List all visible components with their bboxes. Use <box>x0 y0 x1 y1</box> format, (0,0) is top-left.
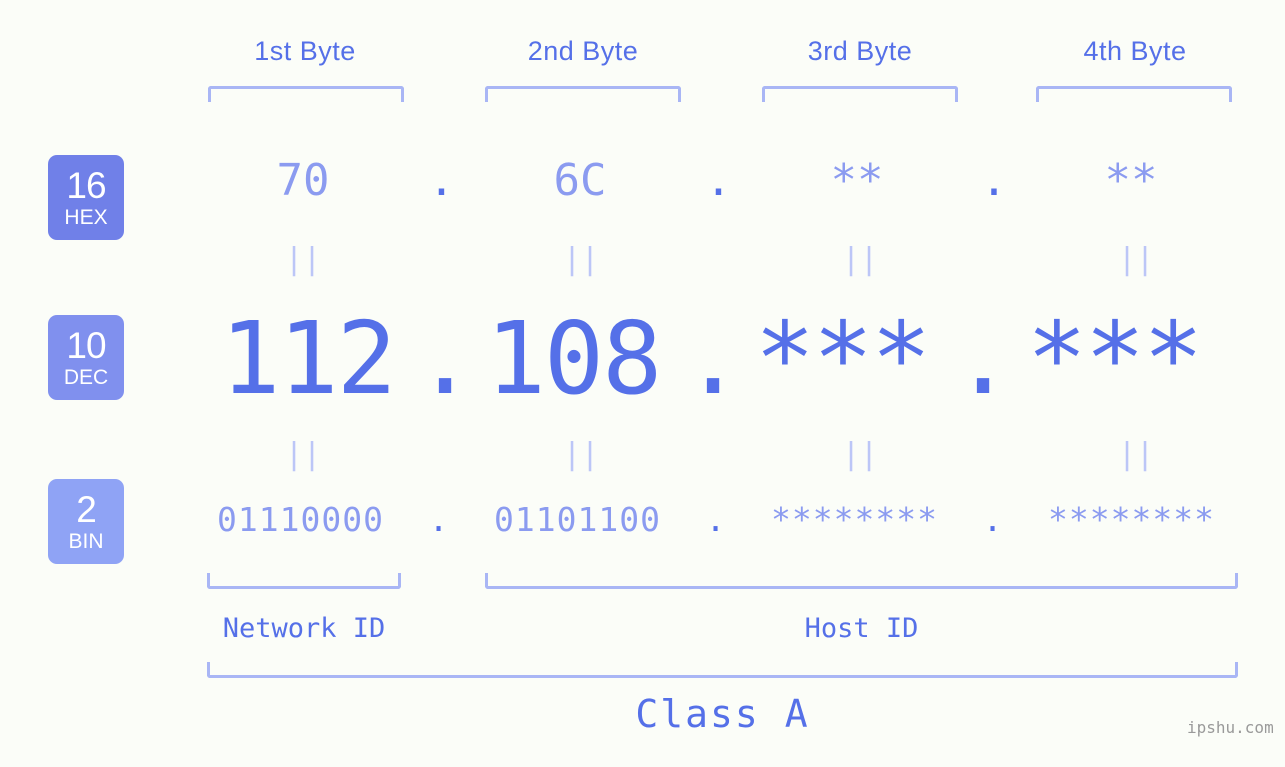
base-badge-hex-number: 16 <box>66 165 106 206</box>
bin-octet-2: 01101100 <box>494 500 661 539</box>
ip-breakdown-diagram: 1st Byte 2nd Byte 3rd Byte 4th Byte 16 H… <box>0 0 1285 767</box>
hex-separator-1: . <box>428 155 455 206</box>
dec-separator-3: . <box>953 300 1013 417</box>
equals-connector-dec-bin-1: || <box>284 437 322 472</box>
byte-header-3: 3rd Byte <box>807 36 913 66</box>
bin-octet-3: ******** <box>771 500 938 539</box>
network-id-label: Network ID <box>222 613 386 644</box>
base-badge-dec-number: 10 <box>66 325 106 366</box>
dec-separator-2: . <box>683 300 743 417</box>
class-label: Class A <box>635 692 810 736</box>
equals-connector-hex-dec-1: || <box>284 242 322 277</box>
host-id-bracket-icon <box>485 573 1238 589</box>
base-badge-bin-label: BIN <box>68 530 104 553</box>
hex-octet-1: 70 <box>276 155 330 206</box>
base-badge-bin-number: 2 <box>76 489 97 530</box>
equals-connector-hex-dec-3: || <box>841 242 879 277</box>
dec-octet-1: 112 <box>220 300 397 417</box>
host-id-label: Host ID <box>804 613 919 644</box>
byte-bracket-1-icon <box>208 86 404 102</box>
equals-connector-dec-bin-4: || <box>1117 437 1155 472</box>
dec-separator-1: . <box>415 300 475 417</box>
base-badge-dec: 10 DEC <box>48 315 124 400</box>
base-badge-dec-label: DEC <box>63 366 109 389</box>
network-id-bracket-icon <box>207 573 401 589</box>
dec-octet-2: 108 <box>485 300 663 417</box>
base-badge-hex-label: HEX <box>64 206 108 229</box>
byte-bracket-2-icon <box>485 86 681 102</box>
bin-separator-2: . <box>705 500 727 539</box>
base-badge-bin: 2 BIN <box>48 479 124 564</box>
equals-connector-dec-bin-3: || <box>841 437 879 472</box>
hex-separator-2: . <box>705 155 732 206</box>
hex-octet-2: 6C <box>553 155 607 206</box>
dec-value-row: 112 . 108 . *** . *** <box>200 300 1240 417</box>
byte-header-2: 2nd Byte <box>527 36 639 66</box>
bin-octet-1: 01110000 <box>217 500 384 539</box>
bin-separator-1: . <box>428 500 450 539</box>
equals-connector-dec-bin-2: || <box>562 437 600 472</box>
bin-separator-3: . <box>982 500 1004 539</box>
equals-connector-hex-dec-2: || <box>562 242 600 277</box>
class-bracket-icon <box>207 662 1238 678</box>
equals-connector-hex-dec-4: || <box>1117 242 1155 277</box>
dec-octet-4: *** <box>1026 300 1204 417</box>
bin-value-row: 01110000 . 01101100 . ******** . *******… <box>198 500 1243 539</box>
byte-header-1: 1st Byte <box>254 36 356 66</box>
byte-bracket-3-icon <box>762 86 958 102</box>
hex-octet-3: ** <box>830 155 884 206</box>
byte-bracket-4-icon <box>1036 86 1232 102</box>
bin-octet-4: ******** <box>1048 500 1215 539</box>
hex-octet-4: ** <box>1104 155 1158 206</box>
byte-header-4: 4th Byte <box>1083 36 1187 66</box>
hex-value-row: 70 . 6C . ** . ** <box>205 155 1235 206</box>
site-watermark: ipshu.com <box>1187 718 1274 737</box>
hex-separator-3: . <box>980 155 1008 206</box>
base-badge-hex: 16 HEX <box>48 155 124 240</box>
dec-octet-3: *** <box>754 300 932 417</box>
